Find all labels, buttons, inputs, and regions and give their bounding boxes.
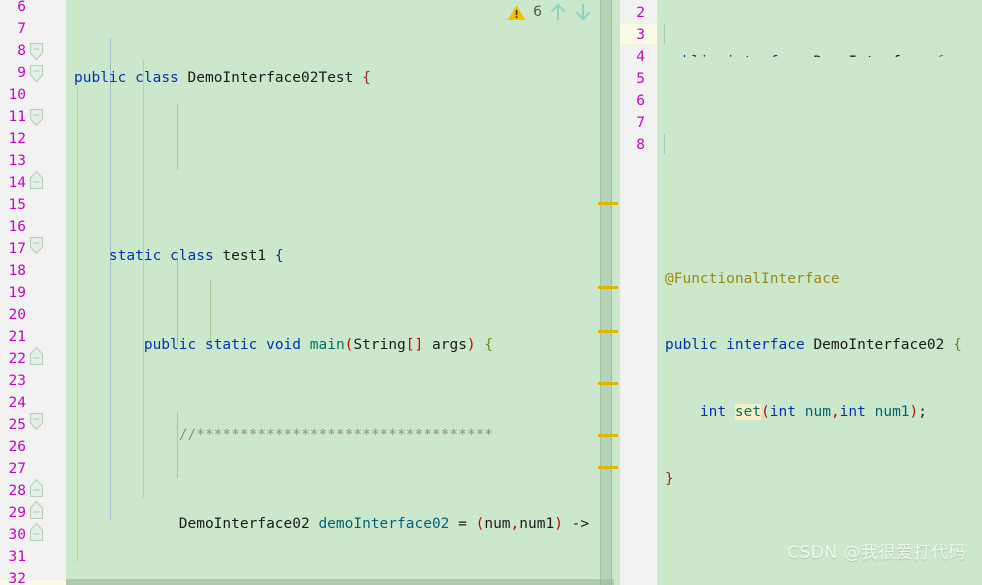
line-number: 19 <box>8 285 26 301</box>
inspection-warning-count: 6 <box>533 4 542 20</box>
line-number: 32 <box>8 571 26 585</box>
line-number: 4 <box>636 49 645 65</box>
line-number: 11 <box>8 109 26 125</box>
warning-triangle-icon <box>507 4 526 21</box>
left-editor-pane[interactable]: 6 7 8 9 10 11 12 13 14 15 16 17 18 19 20… <box>0 0 620 585</box>
line-number: 3 <box>636 27 645 43</box>
line-number: 25 <box>8 417 26 433</box>
right-editor-pane[interactable]: 2 3 4 5 6 7 8 public interface DemoInter… <box>620 0 982 585</box>
line-number: 5 <box>636 71 645 87</box>
line-number: 31 <box>8 549 26 565</box>
code-line[interactable]: //********************************** <box>66 424 620 446</box>
arrow-down-icon[interactable] <box>574 2 592 22</box>
code-line[interactable] <box>657 535 982 557</box>
inspection-widget[interactable]: 6 <box>507 0 592 24</box>
fold-marker-start[interactable] <box>29 236 44 256</box>
line-number: 12 <box>8 131 26 147</box>
line-number: 15 <box>8 197 26 213</box>
line-number: 13 <box>8 153 26 169</box>
line-number: 8 <box>17 43 26 59</box>
fold-marker-end[interactable] <box>29 522 44 542</box>
warning-marker[interactable] <box>598 466 618 469</box>
line-number: 18 <box>8 263 26 279</box>
right-line-number-column: 2 3 4 5 6 7 8 <box>620 0 657 585</box>
line-number: 7 <box>636 115 645 131</box>
right-code-area[interactable]: public interface DemoInterface { @Functi… <box>657 0 982 585</box>
code-line[interactable]: int set(int num,int num1); <box>657 401 982 423</box>
left-gutter[interactable]: 6 7 8 9 10 11 12 13 14 15 16 17 18 19 20… <box>0 0 66 585</box>
line-number: 6 <box>17 0 26 15</box>
line-number: 22 <box>8 351 26 367</box>
line-number: 21 <box>8 329 26 345</box>
right-code-text[interactable]: public interface DemoInterface { @Functi… <box>657 0 982 585</box>
left-hscroll-thumb[interactable] <box>66 579 614 585</box>
left-code-text[interactable]: public class DemoInterface02Test { stati… <box>66 0 620 585</box>
line-number: 10 <box>8 87 26 103</box>
warning-marker[interactable] <box>598 382 618 385</box>
fold-marker-end[interactable] <box>29 170 44 190</box>
line-number: 6 <box>636 93 645 109</box>
fold-marker-start[interactable] <box>29 42 44 62</box>
code-line[interactable]: DemoInterface02 demoInterface02 = (num,n… <box>66 513 620 535</box>
fold-marker-end[interactable] <box>29 478 44 498</box>
arrow-up-icon[interactable] <box>549 2 567 22</box>
line-number: 30 <box>8 527 26 543</box>
line-number: 20 <box>8 307 26 323</box>
code-line[interactable] <box>657 201 982 223</box>
fold-marker-end[interactable] <box>29 500 44 520</box>
fold-marker-start[interactable] <box>29 108 44 128</box>
warning-marker[interactable] <box>598 202 618 205</box>
code-line[interactable] <box>657 134 982 156</box>
right-gutter[interactable]: 2 3 4 5 6 7 8 <box>620 0 657 585</box>
code-line-partial[interactable]: public interface DemoInterface { <box>657 51 982 57</box>
line-number: 26 <box>8 439 26 455</box>
fold-marker-start[interactable] <box>29 64 44 84</box>
line-number: 28 <box>8 483 26 499</box>
line-number: 17 <box>8 241 26 257</box>
left-scrollbar-thumb[interactable] <box>600 0 612 585</box>
line-number: 23 <box>8 373 26 389</box>
code-line[interactable]: } <box>657 468 982 490</box>
left-horizontal-scrollbar[interactable] <box>66 579 614 585</box>
line-number: 24 <box>8 395 26 411</box>
code-line[interactable]: static class test1 { <box>66 245 620 267</box>
warning-marker[interactable] <box>598 330 618 333</box>
left-code-area[interactable]: public class DemoInterface02Test { stati… <box>66 0 620 585</box>
fold-marker-end[interactable] <box>29 346 44 366</box>
ide-editor-window: 6 7 8 9 10 11 12 13 14 15 16 17 18 19 20… <box>0 0 982 585</box>
code-line[interactable] <box>66 156 620 178</box>
fold-marker-start[interactable] <box>29 412 44 432</box>
warning-marker[interactable] <box>598 286 618 289</box>
line-number: 29 <box>8 505 26 521</box>
code-line[interactable]: public interface DemoInterface02 { <box>657 334 982 356</box>
line-number: 8 <box>636 137 645 153</box>
warning-marker[interactable] <box>598 434 618 437</box>
code-line[interactable]: @FunctionalInterface <box>657 268 982 290</box>
line-number: 9 <box>17 65 26 81</box>
line-number: 27 <box>8 461 26 477</box>
line-number: 7 <box>17 21 26 37</box>
line-number: 16 <box>8 219 26 235</box>
line-number: 14 <box>8 175 26 191</box>
line-number: 2 <box>636 5 645 21</box>
left-scrollbar-track[interactable] <box>596 0 620 585</box>
code-line[interactable]: public static void main(String[] args) { <box>66 334 620 356</box>
code-line[interactable]: public class DemoInterface02Test { <box>66 67 620 89</box>
